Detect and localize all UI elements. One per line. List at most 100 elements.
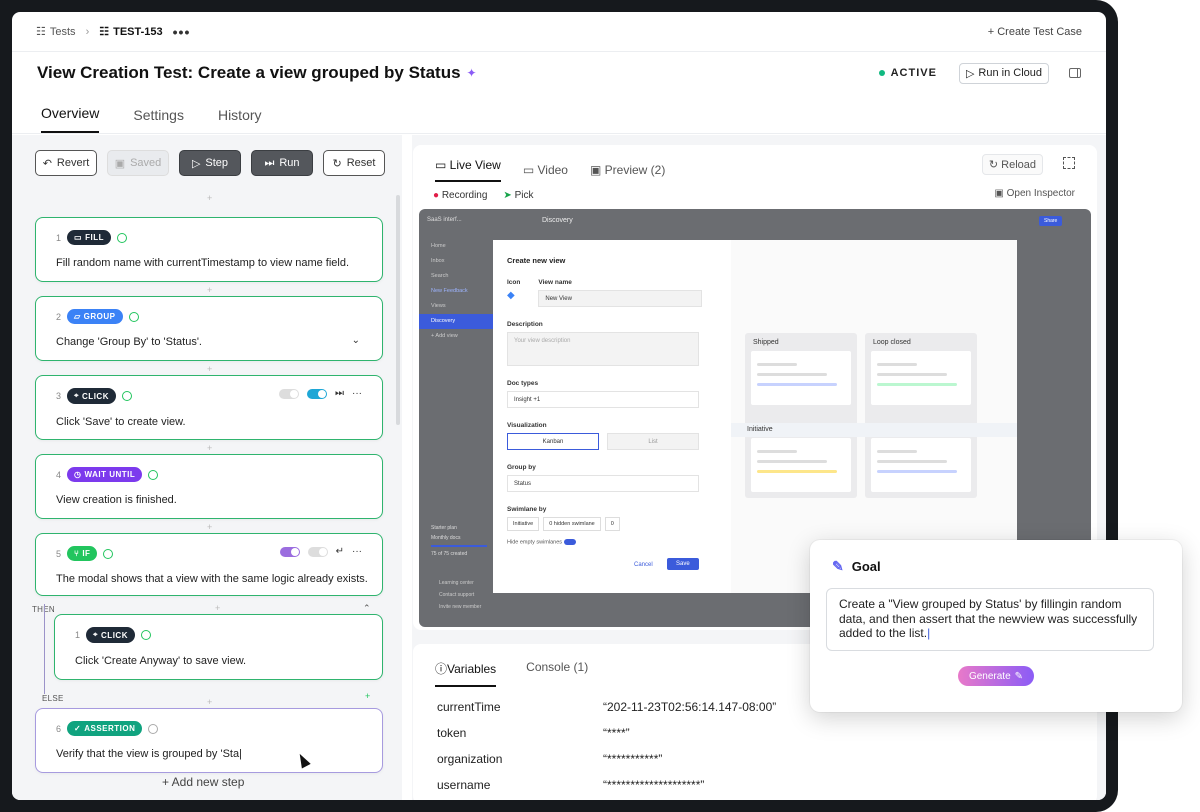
insert-step-icon[interactable]: + (207, 443, 212, 453)
step-card[interactable]: 4 ◷ WAIT UNTIL View creation is finished. (35, 454, 383, 519)
variables-label: Variables (447, 662, 497, 676)
step-label: Step (205, 157, 229, 169)
toggle-switch[interactable] (279, 388, 299, 399)
group-badge-label: GROUP (83, 312, 116, 321)
more-options-icon[interactable]: ••• (173, 24, 191, 40)
variable-row: currentTime “202-11-23T02:56:14.147-08:00… (437, 694, 776, 720)
toggle-switch[interactable] (307, 388, 327, 399)
variable-key: currentTime (437, 700, 501, 714)
kanban-card (751, 438, 851, 492)
step-card[interactable]: 2 ▱ GROUP Change 'Group By' to 'Status'. ⌄ (35, 296, 383, 361)
cast-icon: ▭ (435, 158, 450, 172)
sparkle-icon[interactable]: ✦ (467, 66, 477, 80)
pick-button[interactable]: ➤ Pick (503, 190, 533, 201)
variable-key: username (437, 778, 491, 792)
run-in-cloud-button[interactable]: ▷ Run in Cloud (958, 62, 1049, 84)
steps-scrollbar[interactable] (396, 195, 400, 425)
fill-badge-label: FILL (85, 233, 104, 242)
assertion-badge: ✓ ASSERTION (67, 721, 143, 736)
app-nav-item: Views (431, 303, 446, 309)
step-card[interactable]: 6 ✓ ASSERTION Verify that the view is grou… (35, 708, 383, 773)
revert-button[interactable]: ↶ Revert (35, 150, 97, 176)
tab-overview[interactable]: Overview (41, 105, 100, 133)
tab-live-view[interactable]: ▭ Live View (435, 158, 501, 182)
icon-label: Icon (507, 279, 521, 286)
saved-button[interactable]: ▣ Saved (107, 150, 169, 176)
generate-button[interactable]: Generate ✎ (958, 666, 1034, 686)
more-icon[interactable]: ··· (352, 546, 362, 557)
app-nav-item: Search (431, 273, 449, 279)
recording-indicator[interactable]: ● Recording (433, 190, 487, 201)
name-row: Icon ◆ View name New View (507, 279, 715, 307)
pen-icon: ✎ (1014, 670, 1024, 682)
reset-button[interactable]: ↻ Reset (323, 150, 385, 176)
add-new-step-button[interactable]: + Add new step (162, 775, 244, 789)
step-card[interactable]: 1 ▭ FILL Fill random name with currentTime… (35, 217, 383, 282)
play-icon: ▷ (965, 67, 975, 80)
kanban-card (751, 351, 851, 405)
breadcrumb-tests[interactable]: ☷ Tests (36, 25, 76, 39)
tab-history[interactable]: History (218, 107, 262, 133)
footer-link: Contact support (439, 592, 475, 598)
skip-icon: ⏭ (264, 156, 275, 169)
step-number: 4 (56, 469, 62, 480)
reload-label: Reload (1001, 159, 1036, 171)
open-inspector-label: Open Inspector (1006, 188, 1075, 199)
tab-settings[interactable]: Settings (133, 107, 184, 133)
tab-console[interactable]: Console (1) (526, 660, 588, 687)
toggle-switch[interactable] (307, 546, 328, 557)
goal-textarea[interactable]: Create a "View grouped by Status' by fil… (826, 588, 1154, 651)
fullscreen-icon[interactable] (1063, 157, 1075, 169)
more-icon[interactable]: ··· (352, 388, 362, 399)
plan-progress (431, 545, 487, 547)
footer-link: Invite new member (439, 604, 482, 610)
toggle-switch[interactable] (279, 546, 300, 557)
skip-icon[interactable]: ⏭ (335, 388, 344, 399)
image-icon: ▣ (589, 163, 605, 177)
tab-preview[interactable]: ▣ Preview (2) (590, 163, 665, 177)
add-else-icon[interactable]: + (365, 691, 370, 701)
insert-step-icon[interactable]: + (207, 522, 212, 532)
swimlane-label: Swimlane by (507, 506, 547, 513)
create-test-case-button[interactable]: + Create Test Case (988, 26, 1082, 38)
insert-step-icon[interactable]: + (207, 285, 212, 295)
side-panel-icon[interactable] (1069, 68, 1081, 78)
step-text: Click 'Create Anyway' to save view. (75, 655, 247, 667)
diamond-icon: ◆ (507, 290, 515, 301)
step-card[interactable]: 5 ⑂ IF The modal shows that a view with th… (35, 533, 383, 596)
plan-usage: 75 of 75 created (431, 551, 468, 557)
insert-step-icon[interactable]: + (207, 697, 212, 707)
insert-step-icon[interactable]: + (215, 603, 220, 613)
variable-value: “********************” (603, 778, 705, 792)
step-text-input[interactable]: Verify that the view is grouped by 'Sta| (36, 736, 382, 760)
breadcrumb-current[interactable]: ☷ TEST-153 (99, 25, 163, 39)
reload-button[interactable]: ↻ Reload (981, 154, 1043, 175)
insert-step-icon[interactable]: + (207, 364, 212, 374)
group-by-select: Status (507, 475, 699, 492)
click-badge-label: CLICK (101, 630, 128, 640)
tab-video[interactable]: ▭ Video (523, 163, 568, 177)
return-icon[interactable]: ↵ (336, 546, 344, 557)
tab-variables[interactable]: ⓘVariables (435, 660, 497, 687)
insert-step-icon[interactable]: + (207, 193, 212, 203)
variable-value: “***********” (603, 752, 663, 766)
modal-form: Create new view Icon ◆ View name New View … (493, 240, 715, 593)
variable-row: organization “***********” (437, 746, 776, 772)
nested-step-card[interactable]: 1 ⌖ CLICK Click 'Create Anyway' to save vi… (54, 614, 383, 680)
modal-cancel-button: Cancel (634, 562, 653, 568)
collapse-icon[interactable]: ⌃ (363, 603, 371, 614)
breadcrumb-current-label: TEST-153 (113, 25, 163, 38)
step-button[interactable]: ▷ Step (179, 150, 241, 176)
step-card[interactable]: 3 ⌖ CLICK Click 'Save' to create view. ⏭ ··… (35, 375, 383, 440)
open-inspector-button[interactable]: ▣ Open Inspector (994, 188, 1075, 199)
wait-until-badge: ◷ WAIT UNTIL (67, 467, 143, 482)
clock-icon: ◷ (74, 470, 82, 479)
filter-count: 0 (604, 517, 620, 531)
text-caret: | (927, 626, 931, 640)
page-title: View Creation Test: Create a view groupe… (37, 63, 461, 82)
step-number: 1 (56, 232, 62, 243)
chevron-down-icon[interactable]: ⌄ (352, 335, 360, 346)
name-col: View name New View (538, 279, 703, 307)
run-button[interactable]: ⏭ Run (251, 150, 313, 176)
plan-label: Starter plan (431, 525, 457, 531)
